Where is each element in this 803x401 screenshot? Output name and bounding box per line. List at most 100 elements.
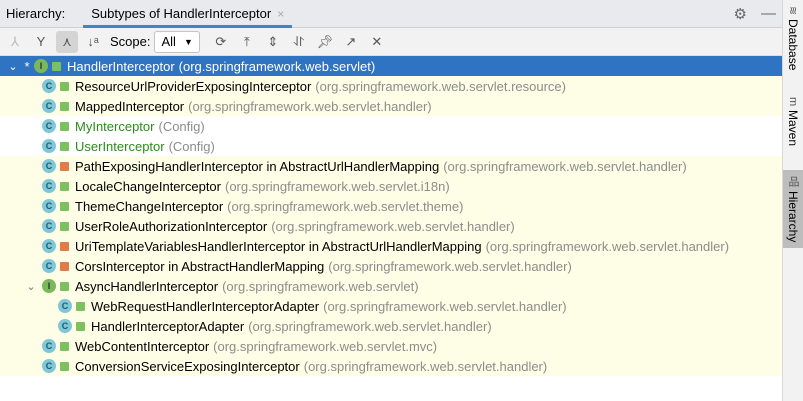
scope-select[interactable]: All ▼ — [154, 30, 200, 53]
type-name: ConversionServiceExposingInterceptor — [75, 358, 300, 374]
class-icon: C — [42, 199, 56, 213]
package-name: (org.springframework.web.servlet.handler… — [248, 318, 492, 334]
public-access-icon — [60, 141, 69, 151]
public-access-icon — [60, 341, 69, 351]
type-name: MyInterceptor — [75, 118, 155, 134]
public-access-icon — [60, 201, 69, 211]
chevron-down-icon[interactable]: ⌄ — [24, 280, 38, 293]
tree-row[interactable]: C WebRequestHandlerInterceptorAdapter (org… — [0, 296, 782, 316]
package-name: (org.springframework.web.servlet.handler… — [303, 358, 548, 374]
tool-window-label: Hierarchy — [786, 190, 800, 243]
chevron-down-icon: ▼ — [183, 36, 193, 47]
tree-row[interactable]: C ConversionServiceExposingInterceptor (or… — [0, 356, 782, 376]
interface-icon: I — [34, 59, 48, 73]
tree-row[interactable]: C HandlerInterceptorAdapter (org.springfra… — [0, 316, 782, 336]
close-icon[interactable]: × — [277, 7, 284, 21]
toolbar: ⅄ Y ⋏ ↓ᵃ Scope: All ▼ ⟳ ⤒ ⇕ ⥯ 📌︎ ↗ ✕ — [0, 28, 782, 56]
class-icon: C — [42, 339, 56, 353]
public-access-icon — [76, 301, 85, 311]
tool-window-maven[interactable]: m Maven — [783, 91, 803, 152]
tool-window-database[interactable]: ≋ Database — [783, 0, 803, 77]
package-name: (Config) — [158, 118, 205, 134]
class-icon: C — [42, 359, 56, 373]
hierarchy-panel: Hierarchy: Subtypes of HandlerIntercepto… — [0, 0, 782, 401]
class-icon: C — [42, 159, 56, 173]
type-name: HandlerInterceptor — [67, 58, 175, 74]
chevron-down-icon[interactable]: ⌄ — [6, 60, 20, 73]
package-name: (org.springframework.web.servlet.resourc… — [315, 78, 566, 94]
tree-row[interactable]: C MappedInterceptor (org.springframework.w… — [0, 96, 782, 116]
export-icon[interactable]: ↗ — [340, 31, 362, 53]
class-icon: C — [42, 259, 56, 273]
public-access-icon — [52, 61, 61, 71]
public-access-icon — [60, 181, 69, 191]
sort-alphabetically-icon[interactable]: ↓ᵃ — [82, 31, 104, 53]
type-name: UserInterceptor — [75, 138, 165, 154]
class-icon: C — [42, 179, 56, 193]
type-name: UriTemplateVariablesHandlerInterceptor i… — [75, 238, 482, 254]
package-name: (org.springframework.web.servlet) — [178, 58, 376, 74]
class-icon: C — [42, 219, 56, 233]
package-name: (org.springframework.web.servlet.handler… — [485, 238, 730, 254]
scope-label: Scope: — [110, 34, 151, 49]
type-name: WebRequestHandlerInterceptorAdapter — [91, 298, 320, 314]
tree-row[interactable]: C CorsInterceptor in AbstractHandlerMappi… — [0, 256, 782, 276]
tree-row[interactable]: C MyInterceptor (Config) — [0, 116, 782, 136]
class-icon: C — [42, 139, 56, 153]
close-icon[interactable]: ✕ — [366, 31, 388, 53]
base-on-this-class-icon[interactable]: ⤒ — [236, 31, 258, 53]
private-access-icon — [60, 241, 69, 251]
tool-window-label: Maven — [786, 109, 800, 146]
class-icon: C — [42, 99, 56, 113]
type-name: PathExposingHandlerInterceptor in Abstra… — [75, 158, 440, 174]
private-access-icon — [60, 261, 69, 271]
package-name: (org.springframework.web.servlet) — [222, 278, 419, 294]
public-access-icon — [60, 281, 69, 291]
package-name: (org.springframework.web.servlet.handler… — [323, 298, 567, 314]
hierarchy-tree: ⌄ * I HandlerInterceptor (org.springframewor… — [0, 56, 782, 376]
gear-icon[interactable]: ⚙ — [734, 5, 747, 23]
panel-label: Hierarchy: — [6, 6, 66, 21]
tree-row[interactable]: C UriTemplateVariablesHandlerInterceptor … — [0, 236, 782, 256]
collapse-all-icon[interactable]: ⥯ — [288, 31, 310, 53]
tree-row[interactable]: C ThemeChangeInterceptor (org.springframew… — [0, 196, 782, 216]
package-name: (org.springframework.web.servlet.handler… — [443, 158, 687, 174]
tab-subtypes[interactable]: Subtypes of HandlerInterceptor × — [83, 0, 293, 28]
tree-row[interactable]: C ResourceUrlProviderExposingInterceptor(… — [0, 76, 782, 96]
public-access-icon — [60, 221, 69, 231]
type-name: MappedInterceptor — [75, 98, 185, 114]
package-name: (org.springframework.web.servlet.theme) — [227, 198, 464, 214]
class-icon: C — [58, 319, 72, 333]
refresh-icon[interactable]: ⟳ — [210, 31, 232, 53]
maven-icon: m — [787, 96, 799, 106]
star-marker: * — [24, 58, 30, 74]
type-hierarchy-icon[interactable]: Y — [30, 31, 52, 53]
pin-icon[interactable]: 📌︎ — [314, 31, 336, 53]
tree-row[interactable]: C UserRoleAuthorizationInterceptor (org.sp… — [0, 216, 782, 236]
tool-window-label: Database — [786, 19, 800, 71]
supertype-hierarchy-icon[interactable]: ⅄ — [4, 31, 26, 53]
tree-row[interactable]: C PathExposingHandlerInterceptor in Abstr… — [0, 156, 782, 176]
minimize-icon[interactable]: — — [761, 5, 776, 23]
tree-row[interactable]: ⌄ I AsyncHandlerInterceptor (org.springfram… — [0, 276, 782, 296]
package-name: (Config) — [168, 138, 215, 154]
panel-header: Hierarchy: Subtypes of HandlerIntercepto… — [0, 0, 782, 28]
public-access-icon — [76, 321, 85, 331]
tree-row[interactable]: ⌄ * I HandlerInterceptor (org.springframewor… — [0, 56, 782, 76]
type-name: UserRoleAuthorizationInterceptor — [75, 218, 268, 234]
interface-icon: I — [42, 279, 56, 293]
tree-row[interactable]: C UserInterceptor (Config) — [0, 136, 782, 156]
hierarchy-icon: 品 — [787, 175, 799, 187]
tree-row[interactable]: C LocaleChangeInterceptor (org.springframe… — [0, 176, 782, 196]
type-name: ResourceUrlProviderExposingInterceptor — [75, 78, 312, 94]
tool-window-hierarchy[interactable]: 品 Hierarchy — [783, 169, 803, 249]
tree-row[interactable]: C WebContentInterceptor (org.springframewo… — [0, 336, 782, 356]
database-icon: ≋ — [786, 6, 799, 16]
type-name: AsyncHandlerInterceptor — [75, 278, 219, 294]
subtype-hierarchy-icon[interactable]: ⋏ — [56, 30, 78, 53]
type-name: LocaleChangeInterceptor — [75, 178, 221, 194]
type-name: CorsInterceptor in AbstractHandlerMappin… — [75, 258, 325, 274]
type-name: HandlerInterceptorAdapter — [91, 318, 245, 334]
right-tool-strip: ≋ Database m Maven 品 Hierarchy — [782, 0, 803, 401]
expand-all-icon[interactable]: ⇕ — [262, 31, 284, 53]
